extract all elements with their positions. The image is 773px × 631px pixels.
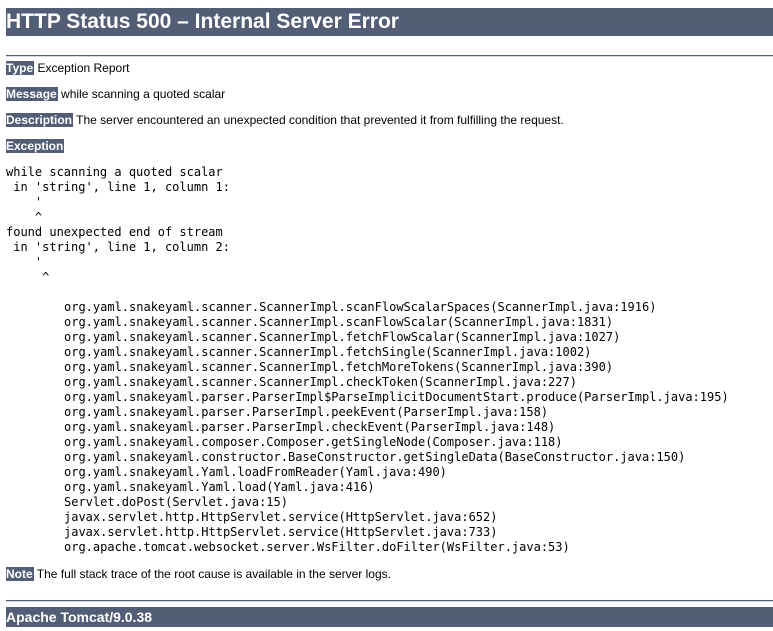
type-value: Exception Report: [37, 61, 130, 75]
message-label: Message: [6, 87, 58, 101]
page-title: HTTP Status 500 – Internal Server Error: [6, 8, 773, 36]
stack-trace: org.yaml.snakeyaml.scanner.ScannerImpl.s…: [64, 300, 729, 554]
divider: [6, 55, 773, 57]
message-row: Message while scanning a quoted scalar: [6, 86, 225, 102]
description-value: The server encountered an unexpected con…: [76, 113, 564, 127]
exception-label: Exception: [6, 139, 65, 153]
note-row: Note The full stack trace of the root ca…: [6, 566, 391, 582]
footer-divider: [6, 600, 773, 602]
exception-row: Exception: [6, 138, 65, 154]
message-value: while scanning a quoted scalar: [61, 87, 226, 101]
description-row: Description The server encountered an un…: [6, 112, 564, 128]
exception-message: while scanning a quoted scalar in 'strin…: [6, 165, 230, 284]
server-version-footer: Apache Tomcat/9.0.38: [6, 607, 773, 627]
type-row: Type Exception Report: [6, 60, 130, 76]
type-label: Type: [6, 61, 35, 75]
description-label: Description: [6, 113, 74, 127]
note-label: Note: [6, 567, 34, 581]
note-value: The full stack trace of the root cause i…: [36, 567, 391, 581]
